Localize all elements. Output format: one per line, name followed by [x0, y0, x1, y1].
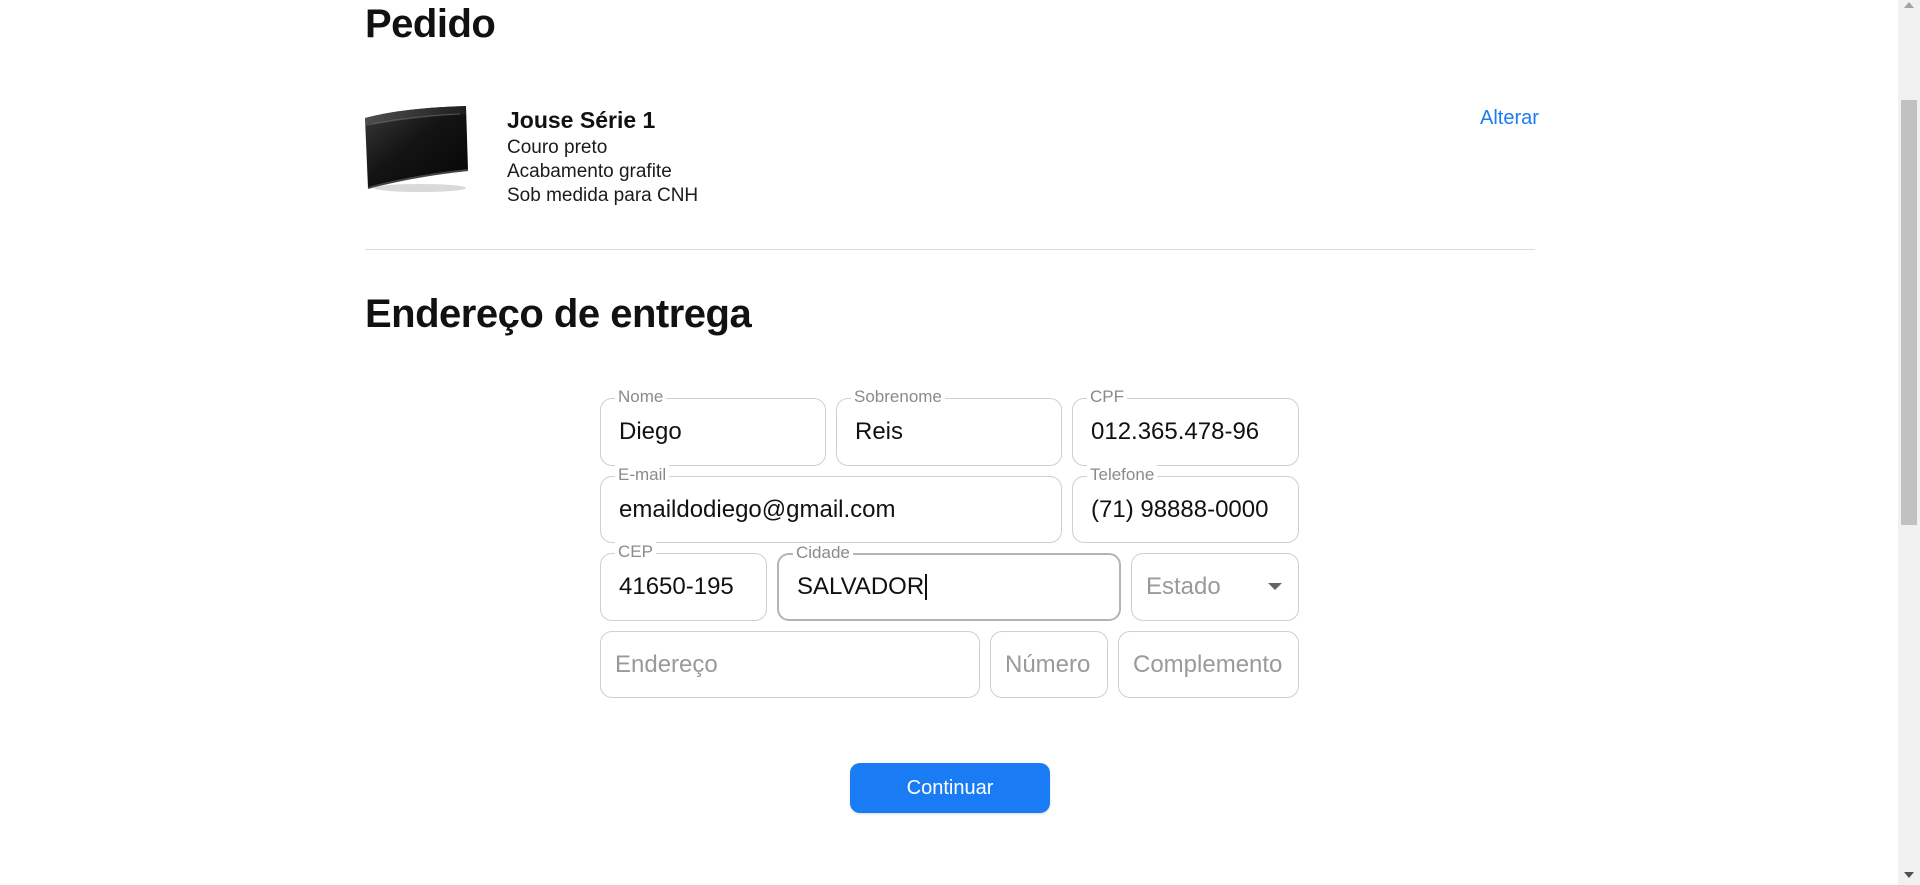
change-order-link[interactable]: Alterar: [1480, 107, 1539, 130]
text-caret: [925, 574, 928, 600]
product-detail-size: Sob medida para CNH: [507, 185, 699, 206]
product-image: [362, 104, 472, 194]
state-placeholder: Estado: [1146, 573, 1221, 600]
continue-button[interactable]: Continuar: [850, 763, 1050, 813]
order-title: Pedido: [365, 2, 496, 46]
scroll-down-arrow-icon[interactable]: [1904, 872, 1914, 878]
cpf-value: 012.365.478-96: [1091, 418, 1260, 445]
shipping-title: Endereço de entrega: [365, 292, 752, 336]
city-value: SALVADOR: [797, 573, 925, 600]
product-name: Jouse Série 1: [507, 107, 656, 133]
product-detail-finish: Acabamento grafite: [507, 161, 672, 182]
complement-field[interactable]: Complemento: [1118, 631, 1299, 698]
last-name-field[interactable]: Sobrenome Reis: [836, 387, 1062, 466]
number-placeholder: Número: [1005, 650, 1091, 678]
last-name-value: Reis: [855, 418, 904, 445]
first-name-value: Diego: [619, 418, 682, 445]
scrollbar-thumb[interactable]: [1901, 100, 1917, 525]
address-field[interactable]: Endereço: [600, 631, 980, 698]
address-placeholder: Endereço: [615, 650, 718, 678]
chevron-down-icon: [1268, 583, 1282, 590]
cep-value: 41650-195: [619, 573, 734, 600]
email-field[interactable]: E-mail emaildodiego@gmail.com: [600, 465, 1062, 543]
city-value-wrap: SALVADOR: [797, 555, 928, 619]
cpf-field[interactable]: CPF 012.365.478-96: [1072, 387, 1299, 466]
number-field[interactable]: Número: [990, 631, 1108, 698]
scroll-up-arrow-icon[interactable]: [1904, 2, 1914, 8]
complement-placeholder: Complemento: [1133, 650, 1283, 678]
phone-field[interactable]: Telefone (71) 98888-0000: [1072, 465, 1299, 543]
phone-value: (71) 98888-0000: [1091, 495, 1269, 523]
section-divider: [365, 249, 1535, 250]
first-name-field[interactable]: Nome Diego: [600, 387, 826, 466]
city-field[interactable]: Cidade SALVADOR: [777, 543, 1121, 621]
state-select[interactable]: Estado: [1131, 553, 1299, 621]
cep-field[interactable]: CEP 41650-195: [600, 542, 767, 621]
email-value: emaildodiego@gmail.com: [619, 495, 896, 523]
product-detail-material: Couro preto: [507, 137, 608, 158]
